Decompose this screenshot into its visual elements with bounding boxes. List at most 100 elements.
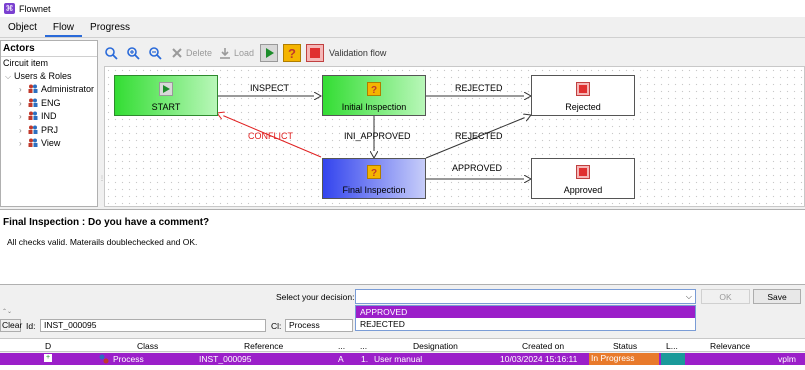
tree-group-label: Users & Roles [14,70,72,81]
zoom-out-button[interactable] [148,46,164,60]
cell-created-on: 10/03/2024 15:16:11 [500,354,578,364]
flow-toolbar: Delete Load ? Validation flow [104,42,392,64]
load-button[interactable]: Load [218,46,254,60]
question-button[interactable]: ? [283,44,302,62]
title-bar: ⌘ Flownet [0,0,805,17]
users-icon [28,111,38,120]
status-badge: In Progress [589,353,659,365]
tree-root[interactable]: Circuit item [1,57,97,70]
chevron-right-icon[interactable]: › [19,84,28,97]
clear-button[interactable]: Clear [0,319,22,332]
process-icon [99,354,109,364]
node-final-inspection[interactable]: ? Final Inspection [322,158,426,199]
role-label: PRJ [41,124,59,135]
col-header-d[interactable]: D [45,341,51,351]
stop-icon [576,165,590,179]
delete-button[interactable]: Delete [170,46,212,60]
zoom-in-icon [127,47,140,60]
node-start[interactable]: START [114,75,218,116]
users-icon [28,138,38,147]
chevron-down-icon[interactable]: ⌵ [5,71,14,84]
col-header-status[interactable]: Status [613,341,637,351]
col-header-4[interactable]: ... [338,341,345,351]
cell-class: Process [113,354,144,364]
comment-textarea[interactable]: All checks valid. Materails doublechecke… [0,231,805,285]
flow-canvas[interactable]: START ? Initial Inspection Rejected ? Fi… [104,66,805,207]
svg-text:?: ? [371,85,377,96]
node-label: Final Inspection [342,185,406,195]
table-row-partial [0,365,805,370]
save-button[interactable]: Save [753,289,801,304]
cell-reference: INST_000095 [199,354,252,364]
tab-flow[interactable]: Flow [44,18,83,37]
node-initial-inspection[interactable]: ? Initial Inspection [322,75,426,116]
stop-button[interactable] [306,44,325,62]
tree-item-ind[interactable]: › IND [1,110,97,124]
users-icon [28,84,38,93]
actors-title: Actors [1,41,97,57]
node-rejected[interactable]: Rejected [531,75,635,116]
stop-icon [306,44,325,62]
decision-dropdown-list: APPROVED REJECTED [355,305,696,331]
grid-header: D Class Reference ... ... Designation Cr… [0,338,805,352]
chevron-right-icon[interactable]: › [19,125,28,138]
cell-col5: 1. [361,354,369,364]
play-icon [159,82,173,96]
comment-question: Final Inspection : Do you have a comment… [0,209,805,231]
class-label: Cl: [271,321,282,331]
edge-label-inspect: INSPECT [250,83,290,93]
chevron-right-icon[interactable]: › [19,98,28,111]
actors-tree: Circuit item ⌵ Users & Roles › Administrat… [1,57,97,151]
node-label: Rejected [565,102,601,112]
col-header-l[interactable]: L... [666,341,678,351]
col-header-5[interactable]: ... [360,341,367,351]
node-approved[interactable]: Approved [531,158,635,199]
users-icon [28,125,38,134]
col-header-relevance[interactable]: Relevance [710,341,750,351]
tree-item-administrator[interactable]: › Administrator [1,83,97,97]
tree-item-eng[interactable]: › ENG [1,97,97,111]
svg-text:?: ? [371,168,377,179]
actors-panel: Actors Circuit item ⌵ Users & Roles › Admi… [0,40,98,207]
col-header-created-on[interactable]: Created on [522,341,564,351]
stop-icon [576,82,590,96]
role-label: View [41,138,61,148]
flag-icon: + [44,354,52,362]
tab-progress[interactable]: Progress [82,18,138,37]
flow-name: Validation flow [329,48,386,58]
tab-bar: Object Flow Progress [0,18,805,38]
chevron-right-icon[interactable]: › [19,111,28,124]
collapse-handle[interactable]: ⌃⌄ [2,308,12,315]
id-field[interactable]: INST_000095 [40,319,266,332]
flow-name-label: Validation flow [329,48,387,58]
chevron-right-icon[interactable]: › [19,138,28,151]
tree-item-view[interactable]: › View [1,137,97,151]
edge-label-ini-approved: INI_APPROVED [344,131,411,141]
tree-group-users-roles[interactable]: ⌵ Users & Roles [1,70,97,84]
dropdown-option-approved[interactable]: APPROVED [356,306,695,318]
splitter-handle[interactable]: ⋮ [99,175,105,182]
node-label: START [151,102,181,112]
tree-item-prj[interactable]: › PRJ [1,124,97,138]
cell-col4: A [338,354,344,364]
class-field[interactable]: Process [285,319,353,332]
chevron-down-icon[interactable]: ⌵ [686,292,692,302]
play-icon [260,44,279,62]
question-icon: ? [367,165,381,179]
edge-label-conflict: CONFLICT [248,131,293,141]
zoom-in-button[interactable] [126,46,142,60]
play-button[interactable] [260,44,279,62]
dropdown-option-rejected[interactable]: REJECTED [356,318,695,330]
role-label: ENG [41,97,61,108]
edge-label-approved: APPROVED [452,163,503,173]
ok-button[interactable]: OK [701,289,750,304]
col-header-reference[interactable]: Reference [244,341,283,351]
question-icon: ? [367,82,381,96]
tab-object[interactable]: Object [0,18,45,37]
table-row[interactable]: + Process INST_000095 A 1. User manual 1… [0,353,805,365]
col-header-class[interactable]: Class [137,341,158,351]
decision-row: Select your decision: ⌵ OK Save [0,287,805,305]
search-button[interactable] [104,46,120,60]
decision-select[interactable]: ⌵ [355,289,696,304]
col-header-designation[interactable]: Designation [413,341,458,351]
